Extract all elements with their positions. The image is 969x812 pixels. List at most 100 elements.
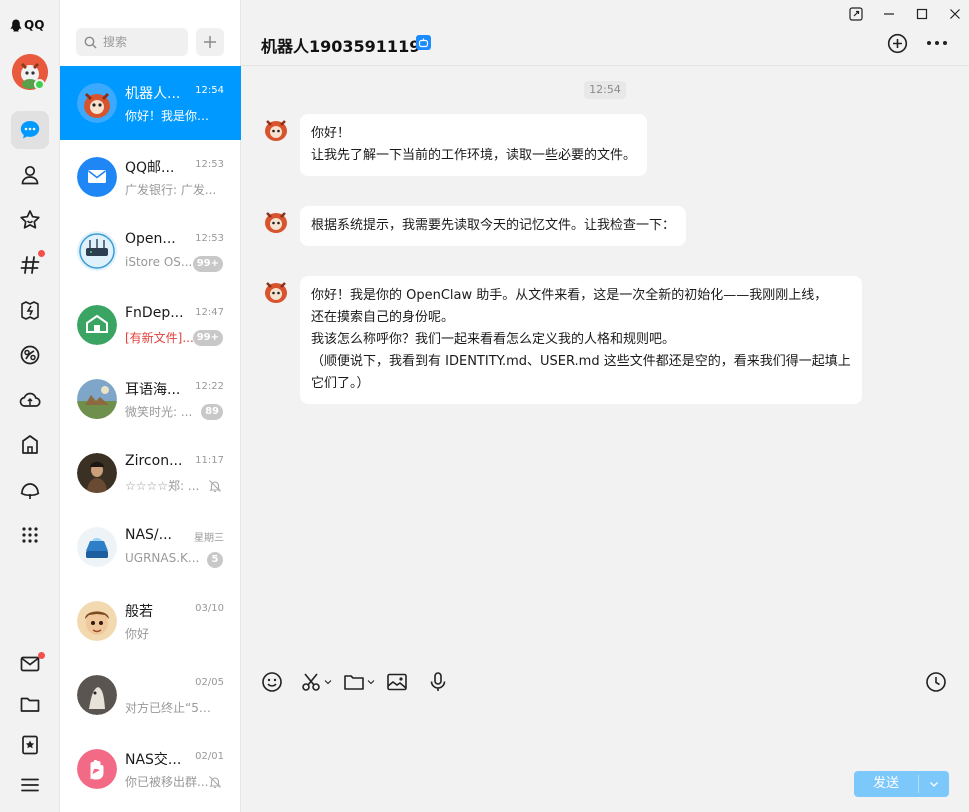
conversation-item[interactable]: NAS交... 02/01 你已被移出群... bbox=[60, 732, 241, 806]
more-options-button[interactable] bbox=[925, 31, 949, 55]
chevron-down-icon[interactable] bbox=[324, 678, 332, 686]
bot-avatar[interactable] bbox=[261, 276, 291, 306]
nav-cloud[interactable] bbox=[11, 381, 49, 419]
bot-avatar[interactable] bbox=[261, 206, 291, 236]
conversation-item[interactable]: 机器人... 12:54 你好！我是你的 ... bbox=[60, 66, 241, 140]
maximize-icon bbox=[916, 8, 928, 20]
hat-icon bbox=[20, 483, 40, 499]
microphone-icon bbox=[430, 672, 446, 691]
mute-bell-icon bbox=[209, 480, 221, 493]
message-line: 它们了。） bbox=[311, 376, 370, 391]
robot-icon bbox=[418, 38, 429, 48]
nav-mini-programs[interactable] bbox=[11, 471, 49, 509]
nav-stories[interactable] bbox=[11, 291, 49, 329]
person-icon bbox=[21, 165, 39, 185]
nav-rail: QQ bbox=[0, 0, 60, 812]
conversation-list-panel: 机器人... 12:54 你好！我是你的 ... QQ邮... 12:53 广发… bbox=[60, 0, 241, 812]
minimize-button[interactable] bbox=[878, 4, 900, 24]
app-brand: QQ bbox=[10, 18, 44, 32]
message-input[interactable] bbox=[255, 708, 955, 764]
nav-more-apps[interactable] bbox=[11, 516, 49, 554]
send-button-group: 发送 bbox=[854, 771, 949, 797]
create-button[interactable] bbox=[196, 28, 224, 56]
plus-icon bbox=[204, 36, 216, 48]
message-bubble: 根据系统提示，我需要先读取今天的记忆文件。让我检查一下： bbox=[300, 206, 687, 246]
contact-avatar bbox=[77, 83, 117, 123]
conversation-preview: 广发银行: 广发... bbox=[125, 183, 217, 197]
conversation-name: 机器人... bbox=[125, 86, 181, 102]
nav-bookmarks[interactable] bbox=[11, 726, 49, 764]
brand-label: QQ bbox=[24, 18, 45, 32]
maximize-button[interactable] bbox=[911, 4, 933, 24]
conversation-name: QQ邮... bbox=[125, 160, 175, 176]
message-line: 还在摸索自己的身份呢。 bbox=[311, 310, 455, 325]
pin-window-button[interactable] bbox=[845, 4, 867, 24]
bot-badge[interactable] bbox=[416, 35, 431, 50]
message-line: （顺便说下，我看到有 IDENTITY.md、USER.md 这些文件都还是空的… bbox=[311, 354, 851, 369]
conversation-item[interactable]: NAS/... 星期三 UGRNAS.K... 5 bbox=[60, 510, 241, 584]
nav-discover[interactable] bbox=[11, 336, 49, 374]
conversation-item[interactable]: 般若 03/10 你好 bbox=[60, 584, 241, 658]
chat-bubble-icon bbox=[20, 121, 40, 139]
conversation-preview: 你已被移出群... bbox=[125, 775, 209, 789]
nav-favorites[interactable] bbox=[11, 201, 49, 239]
cloud-icon bbox=[19, 392, 41, 407]
clock-icon bbox=[926, 672, 946, 692]
conversation-preview: UGRNAS.K... bbox=[125, 551, 200, 565]
conversation-time: 12:53 bbox=[195, 233, 224, 244]
conversation-item[interactable]: Open... 12:53 iStore OS... 99+ bbox=[60, 214, 241, 288]
send-button[interactable]: 发送 bbox=[854, 771, 918, 797]
conversation-item[interactable]: Zircon... 11:17 ☆☆☆☆郑: ... bbox=[60, 436, 241, 510]
send-file-button[interactable] bbox=[343, 670, 375, 694]
conversation-time: 02/05 bbox=[195, 677, 224, 688]
search-input[interactable] bbox=[103, 35, 183, 49]
search-box[interactable] bbox=[76, 28, 188, 56]
add-member-button[interactable] bbox=[885, 31, 909, 55]
chat-header: 机器人1903591119 bbox=[241, 0, 969, 66]
unread-badge: 5 bbox=[207, 552, 223, 568]
conversation-time: 星期三 bbox=[194, 533, 224, 544]
nav-mail[interactable] bbox=[11, 645, 49, 683]
send-image-button[interactable] bbox=[386, 670, 408, 694]
emoji-button[interactable] bbox=[261, 670, 283, 694]
nav-files[interactable] bbox=[11, 685, 49, 723]
pin-window-icon bbox=[849, 7, 863, 21]
send-options-button[interactable] bbox=[919, 771, 949, 797]
screenshot-button[interactable] bbox=[300, 670, 332, 694]
emoji-icon bbox=[262, 672, 282, 692]
close-icon bbox=[950, 9, 960, 19]
contact-avatar bbox=[77, 157, 117, 197]
bot-avatar[interactable] bbox=[261, 114, 291, 144]
nav-contacts[interactable] bbox=[11, 156, 49, 194]
folder-icon bbox=[20, 697, 40, 712]
conversation-item[interactable]: 02/05 对方已终止“5月... bbox=[60, 658, 241, 732]
message-line: 我该怎么称呼你？我们一起来看看怎么定义我的人格和规则吧。 bbox=[311, 332, 676, 347]
contact-avatar bbox=[77, 527, 117, 567]
conversation-preview: 你好 bbox=[125, 627, 150, 641]
nav-main-menu[interactable] bbox=[11, 766, 49, 804]
conversation-time: 02/01 bbox=[195, 751, 224, 762]
folder-icon bbox=[344, 675, 364, 690]
star-icon bbox=[20, 210, 40, 229]
voice-message-button[interactable] bbox=[427, 670, 449, 694]
chevron-down-icon[interactable] bbox=[367, 678, 375, 686]
conversation-item[interactable]: FnDep... 12:47 [有新文件]... 99+ bbox=[60, 288, 241, 362]
conversation-name: NAS交... bbox=[125, 752, 182, 768]
contact-avatar bbox=[77, 379, 117, 419]
conversation-time: 12:53 bbox=[195, 159, 224, 170]
nav-messages[interactable] bbox=[11, 111, 49, 149]
close-window-button[interactable] bbox=[944, 4, 966, 24]
conversation-name: Zircon... bbox=[125, 453, 183, 469]
hashtag-icon bbox=[20, 256, 40, 274]
conversation-item[interactable]: 耳语海... 12:22 微笑时光: ... 89 bbox=[60, 362, 241, 436]
conversation-item[interactable]: QQ邮... 12:53 广发银行: 广发... bbox=[60, 140, 241, 214]
mail-unread-dot bbox=[38, 652, 45, 659]
message-history-button[interactable] bbox=[925, 670, 947, 694]
nav-shop[interactable] bbox=[11, 426, 49, 464]
message-line: 你好！ bbox=[311, 126, 351, 141]
conversation-time: 03/10 bbox=[195, 603, 224, 614]
contact-avatar bbox=[77, 675, 117, 715]
conversation-name: 般若 bbox=[125, 604, 153, 620]
composer-toolbar bbox=[241, 662, 969, 702]
image-icon bbox=[387, 673, 407, 691]
